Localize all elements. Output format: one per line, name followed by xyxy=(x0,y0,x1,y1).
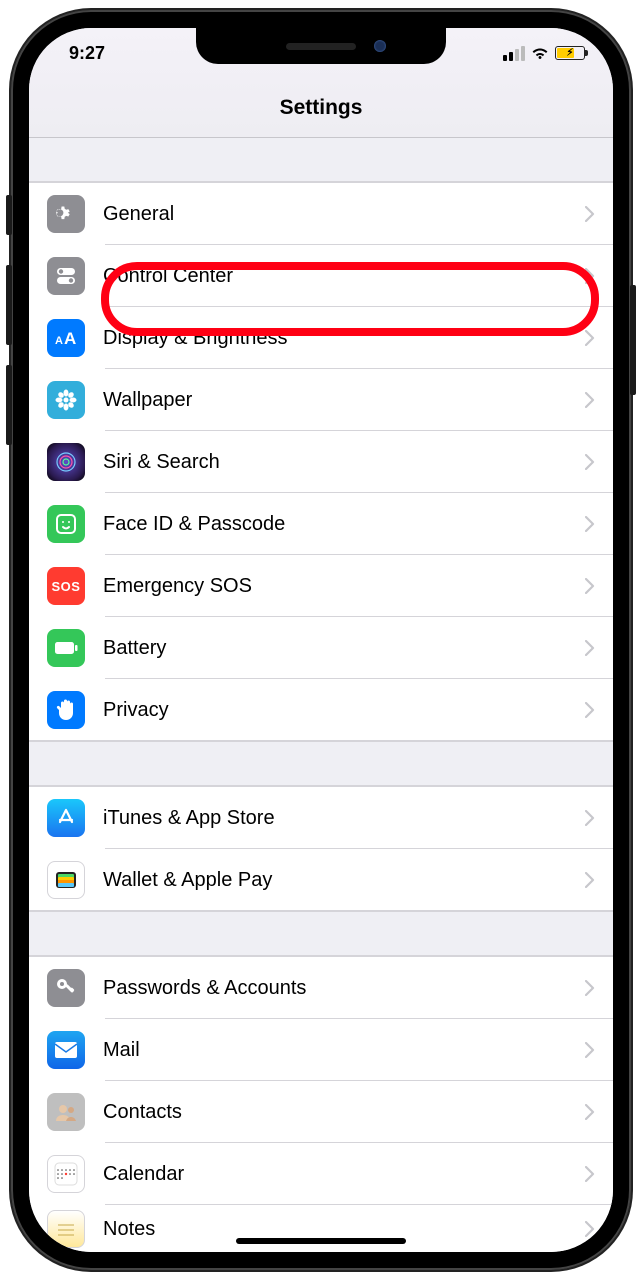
cell-label: Passwords & Accounts xyxy=(103,977,585,1000)
chevron-right-icon xyxy=(585,206,595,222)
cell-privacy[interactable]: Privacy xyxy=(29,679,613,741)
cell-label: Calendar xyxy=(103,1163,585,1186)
power-button xyxy=(630,285,636,395)
home-indicator[interactable] xyxy=(236,1238,406,1244)
settings-group: Passwords & Accounts Mail Cont xyxy=(29,956,613,1252)
screen: 9:27 ⚡︎ Settings xyxy=(29,28,613,1252)
cell-label: Face ID & Passcode xyxy=(103,513,585,536)
key-icon xyxy=(47,969,85,1007)
settings-list[interactable]: General Control Center AA Dis xyxy=(29,138,613,1252)
nav-bar: Settings xyxy=(29,78,613,138)
chevron-right-icon xyxy=(585,1166,595,1182)
battery-icon xyxy=(47,629,85,667)
chevron-right-icon xyxy=(585,810,595,826)
cell-itunes-appstore[interactable]: iTunes & App Store xyxy=(29,787,613,849)
contacts-icon xyxy=(47,1093,85,1131)
chevron-right-icon xyxy=(585,454,595,470)
mute-switch xyxy=(6,195,12,235)
text-size-icon: AA xyxy=(47,319,85,357)
status-right: ⚡︎ xyxy=(503,46,585,61)
chevron-right-icon xyxy=(585,392,595,408)
cell-passwords-accounts[interactable]: Passwords & Accounts xyxy=(29,957,613,1019)
svg-text:A: A xyxy=(55,335,63,347)
page-title: Settings xyxy=(280,96,363,120)
calendar-icon xyxy=(47,1155,85,1193)
cell-calendar[interactable]: Calendar xyxy=(29,1143,613,1205)
volume-up-button xyxy=(6,265,12,345)
notch xyxy=(196,28,446,64)
wallet-icon xyxy=(47,861,85,899)
cell-label: General xyxy=(103,203,585,226)
battery-icon: ⚡︎ xyxy=(555,46,585,60)
cell-wallet-applepay[interactable]: Wallet & Apple Pay xyxy=(29,849,613,911)
cell-label: Mail xyxy=(103,1039,585,1062)
chevron-right-icon xyxy=(585,516,595,532)
cell-display-brightness[interactable]: AA Display & Brightness xyxy=(29,307,613,369)
svg-text:A: A xyxy=(64,329,76,348)
cell-mail[interactable]: Mail xyxy=(29,1019,613,1081)
cell-general[interactable]: General xyxy=(29,183,613,245)
settings-group: iTunes & App Store Wallet & Apple Pay xyxy=(29,786,613,912)
appstore-icon xyxy=(47,799,85,837)
sos-icon: SOS xyxy=(47,567,85,605)
chevron-right-icon xyxy=(585,268,595,284)
cell-siri-search[interactable]: Siri & Search xyxy=(29,431,613,493)
chevron-right-icon xyxy=(585,578,595,594)
group-spacer xyxy=(29,742,613,786)
wifi-icon xyxy=(531,46,549,60)
cell-label: Wallet & Apple Pay xyxy=(103,869,585,892)
chevron-right-icon xyxy=(585,640,595,656)
chevron-right-icon xyxy=(585,1221,595,1237)
chevron-right-icon xyxy=(585,980,595,996)
cell-label: Siri & Search xyxy=(103,451,585,474)
mail-icon xyxy=(47,1031,85,1069)
cell-label: Privacy xyxy=(103,699,585,722)
toggles-icon xyxy=(47,257,85,295)
cell-battery[interactable]: Battery xyxy=(29,617,613,679)
settings-group: General Control Center AA Dis xyxy=(29,182,613,742)
volume-down-button xyxy=(6,365,12,445)
chevron-right-icon xyxy=(585,872,595,888)
cell-faceid-passcode[interactable]: Face ID & Passcode xyxy=(29,493,613,555)
chevron-right-icon xyxy=(585,1104,595,1120)
flower-icon xyxy=(47,381,85,419)
chevron-right-icon xyxy=(585,702,595,718)
cell-notes[interactable]: Notes xyxy=(29,1205,613,1252)
cell-emergency-sos[interactable]: SOS Emergency SOS xyxy=(29,555,613,617)
cell-wallpaper[interactable]: Wallpaper xyxy=(29,369,613,431)
faceid-icon xyxy=(47,505,85,543)
chevron-right-icon xyxy=(585,1042,595,1058)
siri-icon xyxy=(47,443,85,481)
cellular-signal-icon xyxy=(503,46,525,61)
hand-icon xyxy=(47,691,85,729)
status-time: 9:27 xyxy=(69,43,105,64)
front-camera xyxy=(374,40,386,52)
group-spacer xyxy=(29,912,613,956)
cell-label: Contacts xyxy=(103,1101,585,1124)
gear-icon xyxy=(47,195,85,233)
group-spacer xyxy=(29,138,613,182)
cell-label: Control Center xyxy=(103,265,585,288)
chevron-right-icon xyxy=(585,330,595,346)
cell-label: Display & Brightness xyxy=(103,327,585,350)
speaker-grille xyxy=(286,43,356,50)
cell-label: Battery xyxy=(103,637,585,660)
cell-contacts[interactable]: Contacts xyxy=(29,1081,613,1143)
cell-label: iTunes & App Store xyxy=(103,807,585,830)
phone-frame: 9:27 ⚡︎ Settings xyxy=(11,10,631,1270)
cell-control-center[interactable]: Control Center xyxy=(29,245,613,307)
cell-label: Emergency SOS xyxy=(103,575,585,598)
cell-label: Wallpaper xyxy=(103,389,585,412)
notes-icon xyxy=(47,1210,85,1248)
